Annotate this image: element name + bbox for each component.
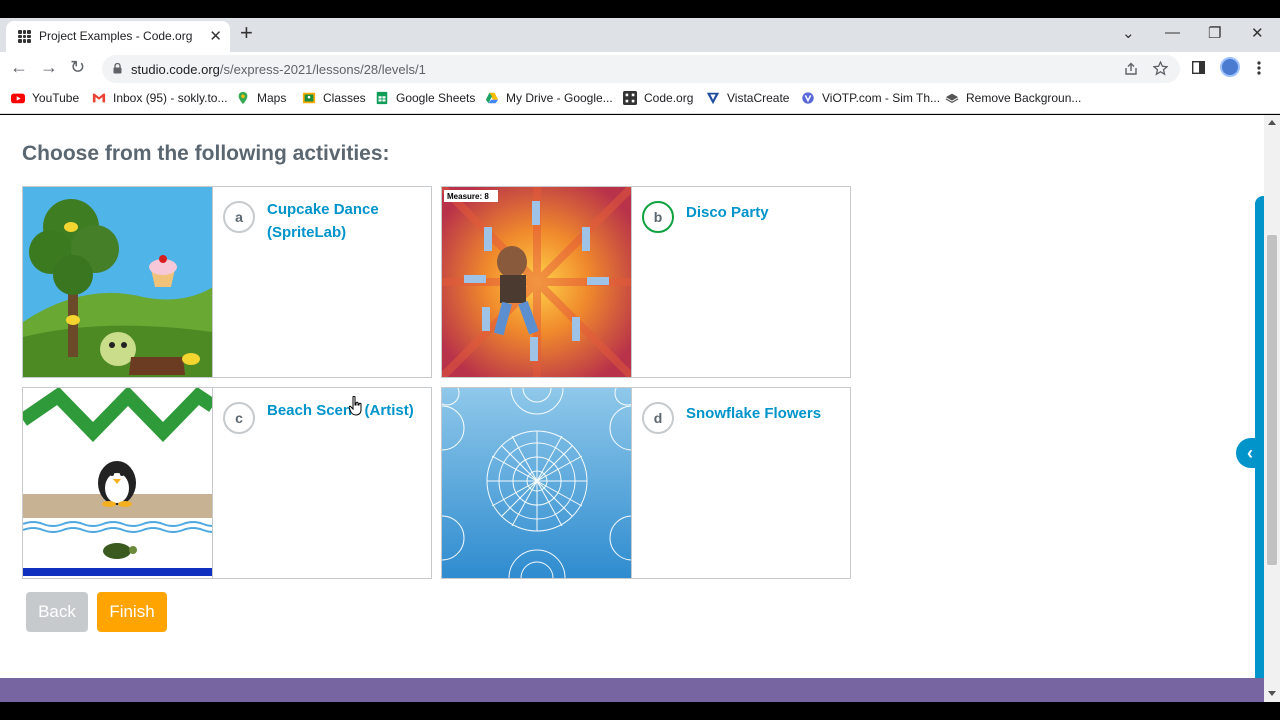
bookmark-label: VistaCreate <box>727 91 790 105</box>
page-heading: Choose from the following activities: <box>22 142 390 165</box>
bookmark-label: Classes <box>323 91 366 105</box>
back-arrow-icon[interactable]: ← <box>10 57 28 78</box>
share-icon[interactable] <box>1124 62 1138 76</box>
bookmark-remove-background[interactable]: Remove Backgroun... <box>945 91 1081 105</box>
bookmark-viotp[interactable]: ViOTP.com - Sim Th... <box>801 91 940 105</box>
page-footer <box>0 678 1264 702</box>
restore-button[interactable]: ❐ <box>1208 24 1221 42</box>
codeorg-icon <box>623 91 637 105</box>
side-panel-icon[interactable] <box>1192 61 1205 74</box>
tab-title: Project Examples - Code.org <box>39 29 193 43</box>
cupcake-dance-thumbnail <box>23 187 213 377</box>
url-text[interactable]: studio.code.org/s/express-2021/lessons/2… <box>131 62 426 77</box>
address-bar[interactable]: studio.code.org/s/express-2021/lessons/2… <box>102 55 1180 83</box>
bookmark-label: Inbox (95) - sokly.to... <box>113 91 228 105</box>
snowflake-flowers-thumbnail <box>442 388 632 578</box>
scroll-down-icon[interactable] <box>1268 691 1276 696</box>
star-icon[interactable] <box>1153 61 1168 76</box>
close-window-button[interactable]: ✕ <box>1251 24 1264 42</box>
option-letter-a: a <box>223 201 255 233</box>
screen-bottom-bar <box>0 702 1280 720</box>
maps-icon <box>238 91 248 105</box>
hand-cursor-icon <box>349 396 362 416</box>
bookmark-classes[interactable]: Classes <box>302 91 366 105</box>
option-letter-b: b <box>642 201 674 233</box>
bookmark-label: Code.org <box>644 91 694 105</box>
removebg-icon <box>945 93 959 104</box>
option-letter-c: c <box>223 402 255 434</box>
finish-button[interactable]: Finish <box>97 592 167 632</box>
screen-top-bar <box>0 0 1280 18</box>
activity-title-b[interactable]: Disco Party <box>686 201 836 224</box>
forward-arrow-icon[interactable]: → <box>40 57 58 78</box>
youtube-icon <box>11 93 25 104</box>
browser-tab[interactable]: Project Examples - Code.org ✕ <box>6 21 230 52</box>
gmail-icon <box>92 93 106 103</box>
bookmark-maps[interactable]: Maps <box>236 91 286 105</box>
back-button[interactable]: Back <box>26 592 88 632</box>
scroll-thumb[interactable] <box>1267 235 1277 565</box>
page-scrollbar[interactable] <box>1264 115 1280 702</box>
bookmark-google-sheets[interactable]: Google Sheets <box>375 91 475 105</box>
profile-avatar[interactable] <box>1220 57 1240 77</box>
sheets-icon <box>376 91 388 105</box>
bookmark-gmail[interactable]: Inbox (95) - sokly.to... <box>92 91 228 105</box>
option-letter-d: d <box>642 402 674 434</box>
bookmark-label: Maps <box>257 91 287 105</box>
reload-icon[interactable]: ↻ <box>70 57 85 78</box>
bookmarks-bar: YouTube Inbox (95) - sokly.to... Maps Cl… <box>0 84 1280 114</box>
vistacreate-icon <box>706 92 720 105</box>
tab-search-icon[interactable]: ⌄ <box>1122 24 1135 42</box>
activity-card-a[interactable]: a Cupcake Dance (SpriteLab) <box>22 186 432 378</box>
activity-title-d[interactable]: Snowflake Flowers <box>686 402 836 425</box>
new-tab-button[interactable]: + <box>240 22 253 44</box>
bookmark-my-drive[interactable]: My Drive - Google... <box>485 91 613 105</box>
browser-toolbar: ← → ↻ studio.code.org/s/express-2021/les… <box>0 52 1280 84</box>
measure-label: Measure: 8 <box>447 192 489 201</box>
drive-icon <box>485 92 499 104</box>
activity-card-c[interactable]: c Beach Scene (Artist) <box>22 387 432 579</box>
scroll-up-icon[interactable] <box>1268 120 1276 125</box>
viotp-icon <box>802 92 814 104</box>
activity-card-d[interactable]: d Snowflake Flowers <box>441 387 851 579</box>
beach-scene-thumbnail <box>23 388 213 578</box>
bookmark-vistacreate[interactable]: VistaCreate <box>706 91 789 105</box>
bookmark-label: ViOTP.com - Sim Th... <box>822 91 941 105</box>
bookmark-label: My Drive - Google... <box>506 91 613 105</box>
activity-card-b[interactable]: Measure: 8 b Disco Party <box>441 186 851 378</box>
chevron-left-icon[interactable]: ‹ <box>1236 438 1264 468</box>
page-content: Choose from the following activities: a … <box>0 115 1264 678</box>
bookmark-label: YouTube <box>32 91 80 105</box>
classroom-icon <box>302 92 316 104</box>
activity-title-c[interactable]: Beach Scene (Artist) <box>267 399 417 422</box>
tab-strip: Project Examples - Code.org ✕ + ⌄ — ❐ ✕ <box>0 18 1280 52</box>
lock-icon <box>113 63 122 74</box>
disco-party-thumbnail: Measure: 8 <box>442 187 632 377</box>
bookmark-label: Remove Backgroun... <box>966 91 1082 105</box>
bookmark-label: Google Sheets <box>396 91 476 105</box>
codeorg-favicon-icon <box>18 30 31 43</box>
minimize-button[interactable]: — <box>1165 24 1180 41</box>
bookmark-youtube[interactable]: YouTube <box>11 91 79 105</box>
tab-close-icon[interactable]: ✕ <box>209 27 222 45</box>
more-menu-icon[interactable] <box>1257 61 1261 75</box>
activity-title-a[interactable]: Cupcake Dance (SpriteLab) <box>267 198 417 244</box>
bookmark-codeorg[interactable]: Code.org <box>623 91 693 105</box>
